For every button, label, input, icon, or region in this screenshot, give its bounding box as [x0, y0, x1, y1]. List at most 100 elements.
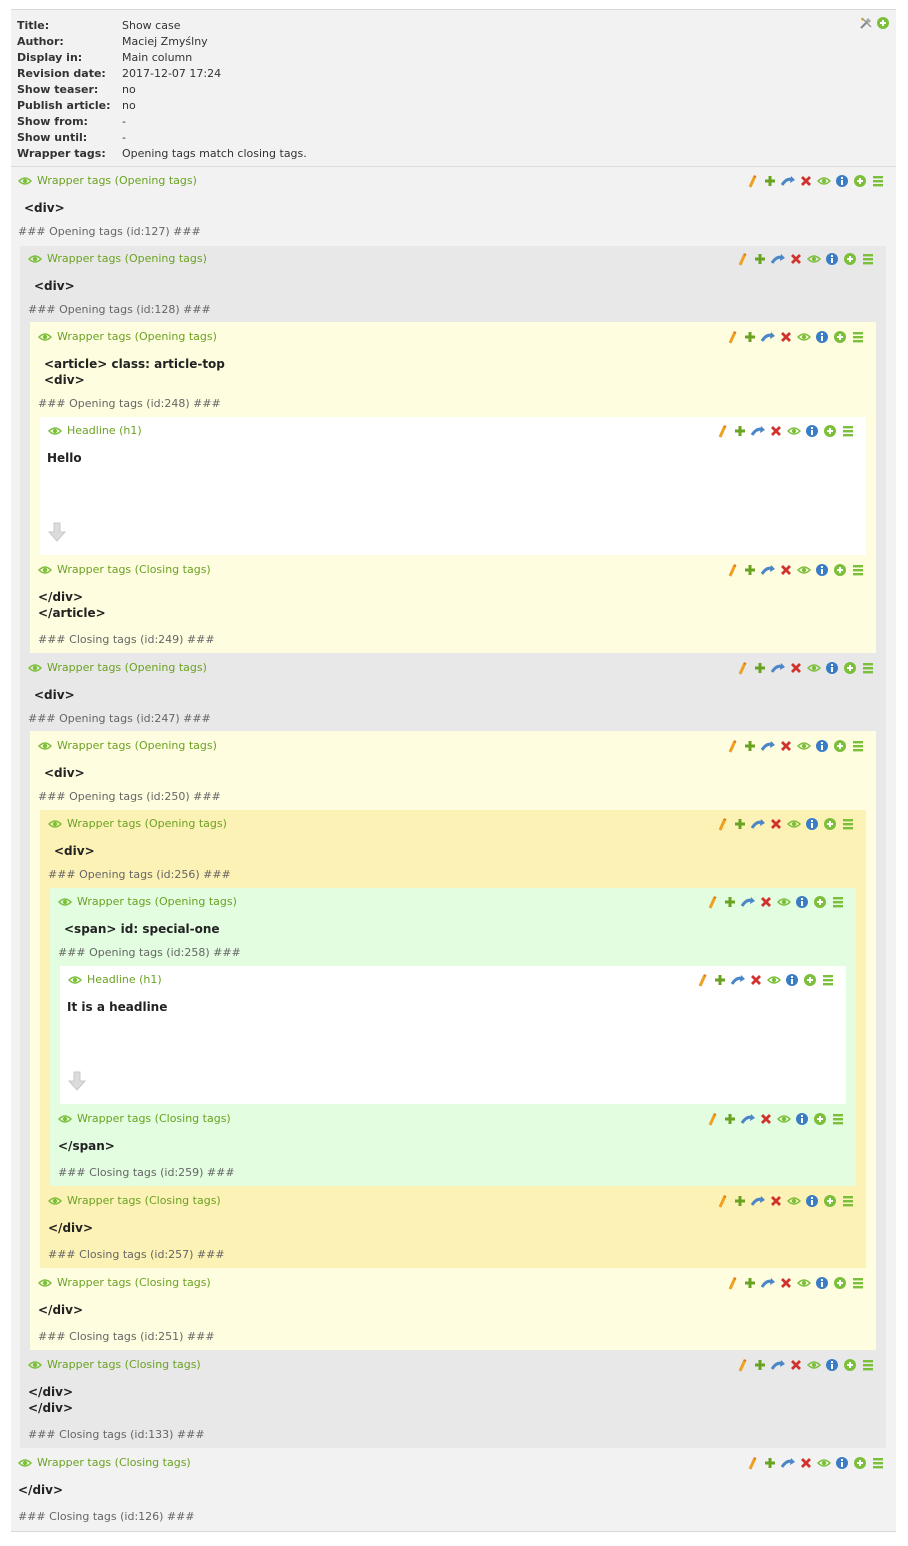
info-icon[interactable] [815, 563, 829, 577]
menu-lines-icon[interactable] [871, 174, 885, 188]
edit-pencil-icon[interactable] [725, 739, 739, 753]
menu-lines-icon[interactable] [861, 1358, 875, 1372]
visibility-eye-icon[interactable] [27, 252, 43, 266]
delete-x-icon[interactable] [769, 1194, 783, 1208]
info-icon[interactable] [805, 817, 819, 831]
delete-x-icon[interactable] [759, 1112, 773, 1126]
add-circle-icon[interactable] [823, 424, 837, 438]
block-title[interactable]: Wrapper tags (Closing tags) [47, 1357, 201, 1373]
menu-lines-icon[interactable] [841, 1194, 855, 1208]
add-plus-icon[interactable] [723, 1112, 737, 1126]
visibility-eye-icon[interactable] [37, 1276, 53, 1290]
delete-x-icon[interactable] [769, 817, 783, 831]
add-plus-icon[interactable] [733, 424, 747, 438]
add-plus-icon[interactable] [743, 1276, 757, 1290]
info-icon[interactable] [795, 1112, 809, 1126]
edit-pencil-icon[interactable] [735, 1358, 749, 1372]
visibility-eye-icon[interactable] [786, 1194, 802, 1208]
add-circle-icon[interactable] [833, 1276, 847, 1290]
visibility-eye-icon[interactable] [806, 661, 822, 675]
visibility-eye-icon[interactable] [27, 661, 43, 675]
move-arrow-icon[interactable] [760, 330, 775, 344]
block-title[interactable]: Wrapper tags (Opening tags) [37, 173, 197, 189]
move-arrow-icon[interactable] [730, 973, 745, 987]
visibility-eye-icon[interactable] [796, 563, 812, 577]
add-plus-icon[interactable] [743, 563, 757, 577]
move-arrow-icon[interactable] [780, 174, 795, 188]
edit-pencil-icon[interactable] [725, 563, 739, 577]
info-icon[interactable] [825, 1358, 839, 1372]
move-arrow-icon[interactable] [740, 895, 755, 909]
move-arrow-icon[interactable] [760, 1276, 775, 1290]
edit-pencil-icon[interactable] [695, 973, 709, 987]
add-plus-icon[interactable] [763, 1456, 777, 1470]
info-icon[interactable] [785, 973, 799, 987]
add-plus-icon[interactable] [743, 739, 757, 753]
info-icon[interactable] [835, 1456, 849, 1470]
menu-lines-icon[interactable] [831, 1112, 845, 1126]
edit-pencil-icon[interactable] [745, 1456, 759, 1470]
move-arrow-icon[interactable] [760, 739, 775, 753]
edit-pencil-icon[interactable] [735, 661, 749, 675]
add-plus-icon[interactable] [733, 817, 747, 831]
block-title[interactable]: Wrapper tags (Closing tags) [57, 1275, 211, 1291]
move-arrow-icon[interactable] [770, 1358, 785, 1372]
info-icon[interactable] [805, 1194, 819, 1208]
visibility-eye-icon[interactable] [776, 1112, 792, 1126]
visibility-eye-icon[interactable] [47, 424, 63, 438]
add-plus-icon[interactable] [743, 330, 757, 344]
delete-x-icon[interactable] [789, 252, 803, 266]
delete-x-icon[interactable] [769, 424, 783, 438]
info-icon[interactable] [825, 661, 839, 675]
visibility-eye-icon[interactable] [766, 973, 782, 987]
info-icon[interactable] [815, 739, 829, 753]
block-title[interactable]: Wrapper tags (Closing tags) [67, 1193, 221, 1209]
visibility-eye-icon[interactable] [37, 330, 53, 344]
move-arrow-icon[interactable] [740, 1112, 755, 1126]
move-down-arrow-icon[interactable] [67, 1071, 87, 1091]
visibility-eye-icon[interactable] [776, 895, 792, 909]
move-arrow-icon[interactable] [770, 661, 785, 675]
visibility-eye-icon[interactable] [796, 1276, 812, 1290]
delete-x-icon[interactable] [789, 661, 803, 675]
visibility-eye-icon[interactable] [806, 1358, 822, 1372]
delete-x-icon[interactable] [779, 563, 793, 577]
delete-x-icon[interactable] [779, 1276, 793, 1290]
edit-pencil-icon[interactable] [745, 174, 759, 188]
menu-lines-icon[interactable] [851, 330, 865, 344]
add-circle-icon[interactable] [843, 252, 857, 266]
visibility-eye-icon[interactable] [786, 424, 802, 438]
edit-pencil-icon[interactable] [715, 817, 729, 831]
menu-lines-icon[interactable] [841, 424, 855, 438]
visibility-eye-icon[interactable] [816, 174, 832, 188]
menu-lines-icon[interactable] [821, 973, 835, 987]
add-circle-icon[interactable] [823, 817, 837, 831]
add-circle-icon[interactable] [823, 1194, 837, 1208]
visibility-eye-icon[interactable] [806, 252, 822, 266]
add-plus-icon[interactable] [753, 1358, 767, 1372]
add-plus-icon[interactable] [753, 661, 767, 675]
add-circle-icon[interactable] [853, 174, 867, 188]
info-icon[interactable] [805, 424, 819, 438]
visibility-eye-icon[interactable] [37, 563, 53, 577]
add-circle-icon[interactable] [843, 661, 857, 675]
move-arrow-icon[interactable] [760, 563, 775, 577]
delete-x-icon[interactable] [799, 1456, 813, 1470]
edit-pencil-icon[interactable] [725, 330, 739, 344]
edit-pencil-icon[interactable] [715, 424, 729, 438]
menu-lines-icon[interactable] [831, 895, 845, 909]
edit-pencil-icon[interactable] [715, 1194, 729, 1208]
add-circle-icon[interactable] [833, 563, 847, 577]
add-circle-icon[interactable] [813, 895, 827, 909]
delete-x-icon[interactable] [789, 1358, 803, 1372]
delete-x-icon[interactable] [779, 739, 793, 753]
tools-icon[interactable] [859, 16, 873, 30]
block-title[interactable]: Wrapper tags (Opening tags) [47, 660, 207, 676]
block-title[interactable]: Wrapper tags (Opening tags) [77, 894, 237, 910]
move-arrow-icon[interactable] [750, 817, 765, 831]
add-plus-icon[interactable] [763, 174, 777, 188]
add-circle-icon[interactable] [843, 1358, 857, 1372]
visibility-eye-icon[interactable] [786, 817, 802, 831]
block-title[interactable]: Wrapper tags (Opening tags) [57, 329, 217, 345]
visibility-eye-icon[interactable] [816, 1456, 832, 1470]
